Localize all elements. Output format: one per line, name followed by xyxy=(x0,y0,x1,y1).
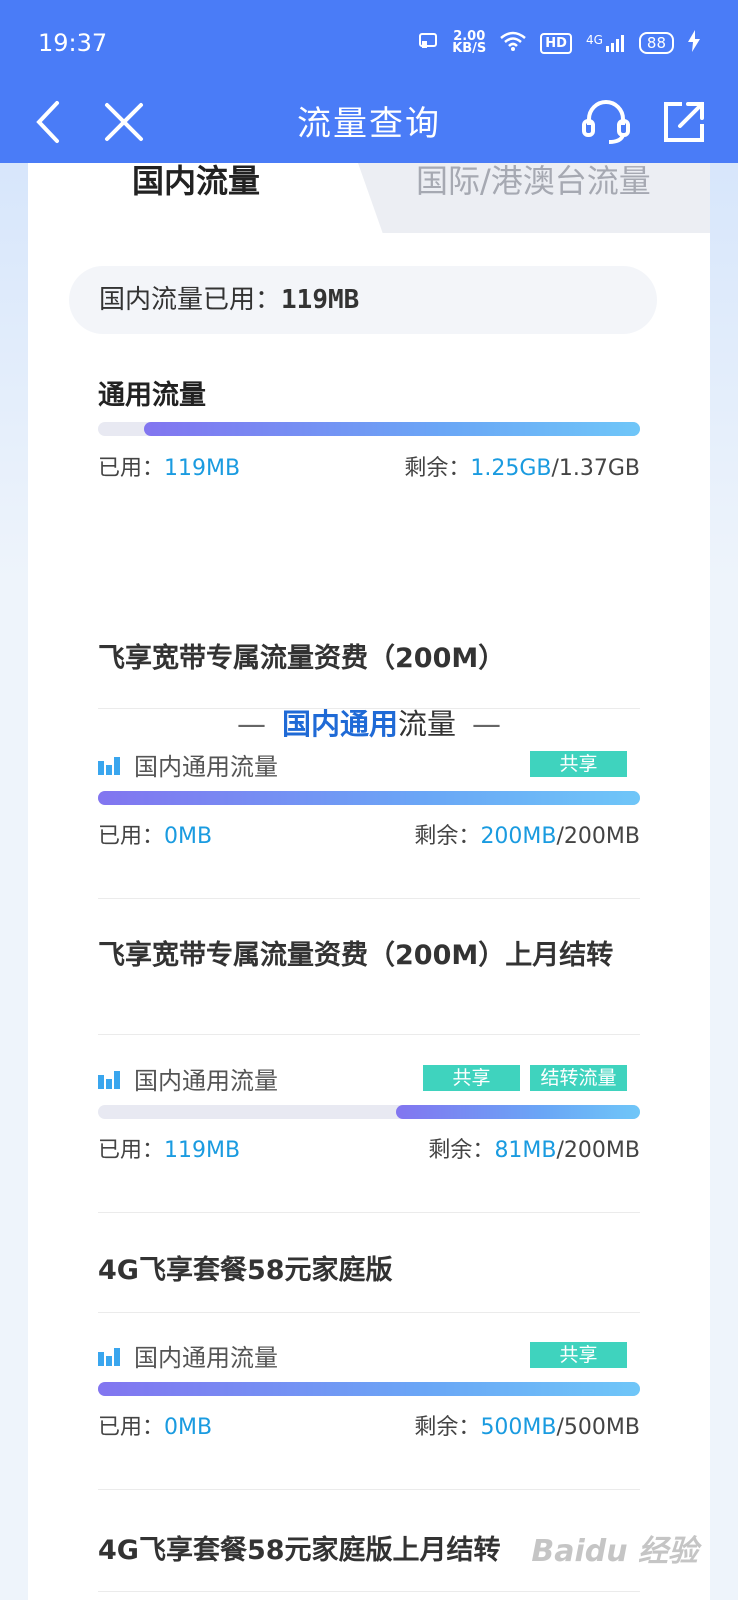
remain-label: 剩余： xyxy=(414,1415,481,1440)
shared-tag: 共享 xyxy=(530,1342,627,1368)
general-progress-bar xyxy=(98,422,640,436)
status-time: 19:37 xyxy=(38,29,108,57)
back-button[interactable] xyxy=(24,100,72,148)
shared-tag: 共享 xyxy=(423,1065,520,1091)
used-value: 119MB xyxy=(164,1138,241,1163)
item-label-text: 国内通用流量 xyxy=(134,1067,278,1095)
remain-label: 剩余： xyxy=(414,824,481,849)
tab-domestic[interactable]: 国内流量 xyxy=(132,163,260,233)
package-progress-bar xyxy=(98,1382,640,1396)
carryover-tag: 结转流量 xyxy=(530,1065,627,1091)
general-used-value: 119MB xyxy=(164,456,241,481)
customer-service-icon xyxy=(581,99,631,149)
item-label-text: 国内通用流量 xyxy=(134,753,278,781)
package-item-label: 国内通用流量 xyxy=(98,1338,278,1373)
network-type: 4G xyxy=(585,33,603,47)
status-bar: 19:37 2.00 KB/S HD 4G 88 xyxy=(0,0,738,86)
net-speed: 2.00 KB/S xyxy=(452,30,487,56)
package-remaining: 剩余：500MB/500MB xyxy=(414,1409,640,1441)
app-header: 19:37 2.00 KB/S HD 4G 88 流量查询 xyxy=(0,0,738,163)
tab-international[interactable]: 国际/港澳台流量 xyxy=(416,163,651,233)
traffic-tabs: 国内流量 国际/港澳台流量 xyxy=(28,163,710,233)
package-used: 已用：0MB xyxy=(98,1409,212,1441)
bar-chart-icon xyxy=(98,1346,122,1366)
package-progress-bar xyxy=(98,1105,640,1119)
share-button[interactable] xyxy=(656,96,712,152)
package-progress-fill xyxy=(98,1382,640,1396)
nav-bar: 流量查询 xyxy=(0,86,738,162)
package-progress-bar xyxy=(98,791,640,805)
battery-indicator: 88 xyxy=(638,32,674,54)
package-used: 已用：0MB xyxy=(98,818,212,850)
divider xyxy=(98,1591,640,1592)
traffic-card: 国内流量 国际/港澳台流量 国内流量已用：119MB 通用流量 已用：119MB… xyxy=(28,163,710,1600)
divider xyxy=(98,708,640,709)
customer-service-button[interactable] xyxy=(578,96,634,152)
package-used: 已用：119MB xyxy=(98,1132,240,1164)
signal-icon: 4G xyxy=(586,33,625,53)
shared-tag: 共享 xyxy=(530,751,627,777)
divider xyxy=(98,1034,640,1035)
used-value: 0MB xyxy=(164,1415,213,1440)
close-button[interactable] xyxy=(100,100,148,148)
general-remain-label: 剩余： xyxy=(404,456,471,481)
used-label: 已用： xyxy=(98,824,165,849)
status-icons: 2.00 KB/S HD 4G 88 xyxy=(418,30,700,56)
remain-value: 81MB xyxy=(494,1138,557,1163)
remain-value: 500MB xyxy=(480,1415,557,1440)
back-icon xyxy=(33,100,63,148)
bar-chart-icon xyxy=(98,1069,122,1089)
package-title: 4G飞享套餐58元家庭版 xyxy=(98,1255,393,1286)
bar-chart-icon xyxy=(98,755,122,775)
package-item-label: 国内通用流量 xyxy=(98,747,278,782)
package-progress-fill xyxy=(98,791,640,805)
heading-dash-left: — xyxy=(236,707,266,741)
package-title: 飞享宽带专属流量资费（200M）上月结转 xyxy=(98,940,614,971)
general-remain-value: 1.25GB xyxy=(470,456,552,481)
used-label: 已用： xyxy=(98,1138,165,1163)
charging-icon xyxy=(688,30,700,56)
general-remaining: 剩余：1.25GB/1.37GB xyxy=(404,450,640,482)
heading-dash-right: — xyxy=(472,707,502,741)
total-value: /500MB xyxy=(556,1415,640,1440)
general-progress-fill xyxy=(144,422,640,436)
package-progress-fill xyxy=(396,1105,640,1119)
cast-icon xyxy=(418,32,438,54)
divider xyxy=(98,898,640,899)
general-total: /1.37GB xyxy=(551,456,640,481)
remain-label: 剩余： xyxy=(428,1138,495,1163)
item-label-text: 国内通用流量 xyxy=(134,1344,278,1372)
package-remaining: 剩余：81MB/200MB xyxy=(428,1132,640,1164)
divider xyxy=(98,1489,640,1490)
package-title: 飞享宽带专属流量资费（200M） xyxy=(98,643,506,674)
summary-label: 国内流量已用： xyxy=(99,285,282,315)
baidu-watermark: Baidu 经验 xyxy=(531,1534,698,1569)
divider xyxy=(98,1212,640,1213)
package-remaining: 剩余：200MB/200MB xyxy=(414,818,640,850)
share-icon xyxy=(662,100,706,148)
general-traffic-title: 通用流量 xyxy=(98,380,206,411)
usage-summary: 国内流量已用：119MB xyxy=(69,266,657,334)
general-used-label: 已用： xyxy=(98,456,165,481)
summary-value: 119MB xyxy=(281,285,360,315)
general-used: 已用：119MB xyxy=(98,450,240,482)
wifi-icon xyxy=(500,31,527,55)
hd-badge: HD xyxy=(540,32,572,54)
heading-rest: 流量 xyxy=(398,707,457,741)
total-value: /200MB xyxy=(556,824,640,849)
close-icon xyxy=(104,102,144,146)
remain-value: 200MB xyxy=(480,824,557,849)
net-speed-unit: KB/S xyxy=(452,41,487,56)
total-value: /200MB xyxy=(556,1138,640,1163)
used-label: 已用： xyxy=(98,1415,165,1440)
divider xyxy=(98,1312,640,1313)
used-value: 0MB xyxy=(164,824,213,849)
package-item-label: 国内通用流量 xyxy=(98,1061,278,1096)
heading-highlight: 国内通用 xyxy=(281,707,398,741)
